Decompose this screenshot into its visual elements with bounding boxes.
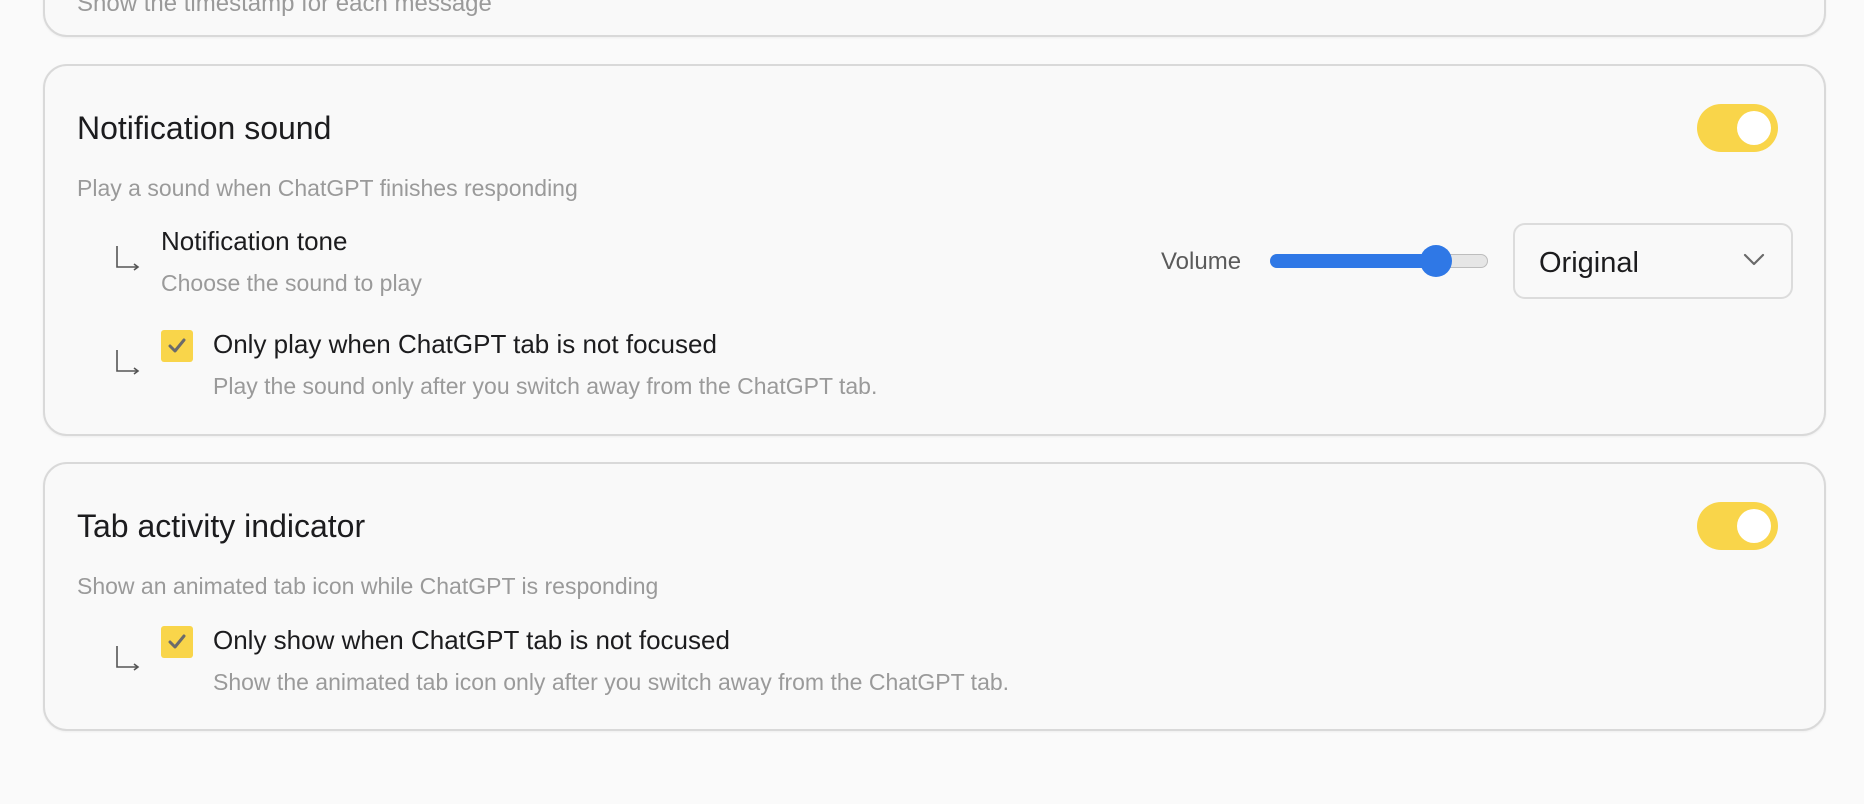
notification-tone-selected: Original bbox=[1539, 247, 1639, 279]
notification-sound-toggle[interactable] bbox=[1697, 104, 1778, 152]
tab-activity-card: Tab activity indicator Show an animated … bbox=[43, 462, 1826, 731]
notification-sound-title: Notification sound bbox=[77, 110, 332, 146]
only-play-unfocused-checkbox[interactable] bbox=[161, 330, 193, 362]
notification-tone-desc: Choose the sound to play bbox=[161, 270, 422, 296]
volume-slider-fill bbox=[1270, 254, 1436, 268]
notification-tone-title: Notification tone bbox=[161, 226, 348, 256]
only-play-unfocused-label: Only play when ChatGPT tab is not focuse… bbox=[213, 329, 717, 359]
only-show-unfocused-desc: Show the animated tab icon only after yo… bbox=[213, 669, 1010, 695]
tab-activity-toggle[interactable] bbox=[1697, 502, 1778, 550]
notification-tone-select[interactable]: Original bbox=[1513, 223, 1793, 299]
volume-slider-thumb[interactable] bbox=[1420, 245, 1452, 277]
toggle-knob bbox=[1737, 111, 1771, 145]
sub-setting-arrow-icon bbox=[116, 246, 140, 271]
chevron-down-icon bbox=[1743, 253, 1765, 266]
tab-activity-desc: Show an animated tab icon while ChatGPT … bbox=[77, 573, 659, 599]
timestamp-setting-desc: Show the timestamp for each message bbox=[77, 0, 492, 17]
notification-sound-card: Notification sound Play a sound when Cha… bbox=[43, 64, 1826, 436]
sub-setting-arrow-icon bbox=[116, 350, 140, 375]
toggle-knob bbox=[1737, 509, 1771, 543]
checkmark-icon bbox=[168, 634, 186, 649]
notification-sound-desc: Play a sound when ChatGPT finishes respo… bbox=[77, 175, 578, 201]
sub-setting-arrow-icon bbox=[116, 646, 140, 671]
only-play-unfocused-desc: Play the sound only after you switch awa… bbox=[213, 373, 878, 399]
volume-slider[interactable] bbox=[1270, 245, 1488, 277]
tab-activity-title: Tab activity indicator bbox=[77, 508, 366, 544]
only-show-unfocused-label: Only show when ChatGPT tab is not focuse… bbox=[213, 625, 730, 655]
volume-label: Volume bbox=[1161, 248, 1242, 275]
only-show-unfocused-checkbox[interactable] bbox=[161, 626, 193, 658]
checkmark-icon bbox=[168, 338, 186, 353]
timestamp-setting-card: Show the timestamp for each message bbox=[43, 0, 1826, 37]
